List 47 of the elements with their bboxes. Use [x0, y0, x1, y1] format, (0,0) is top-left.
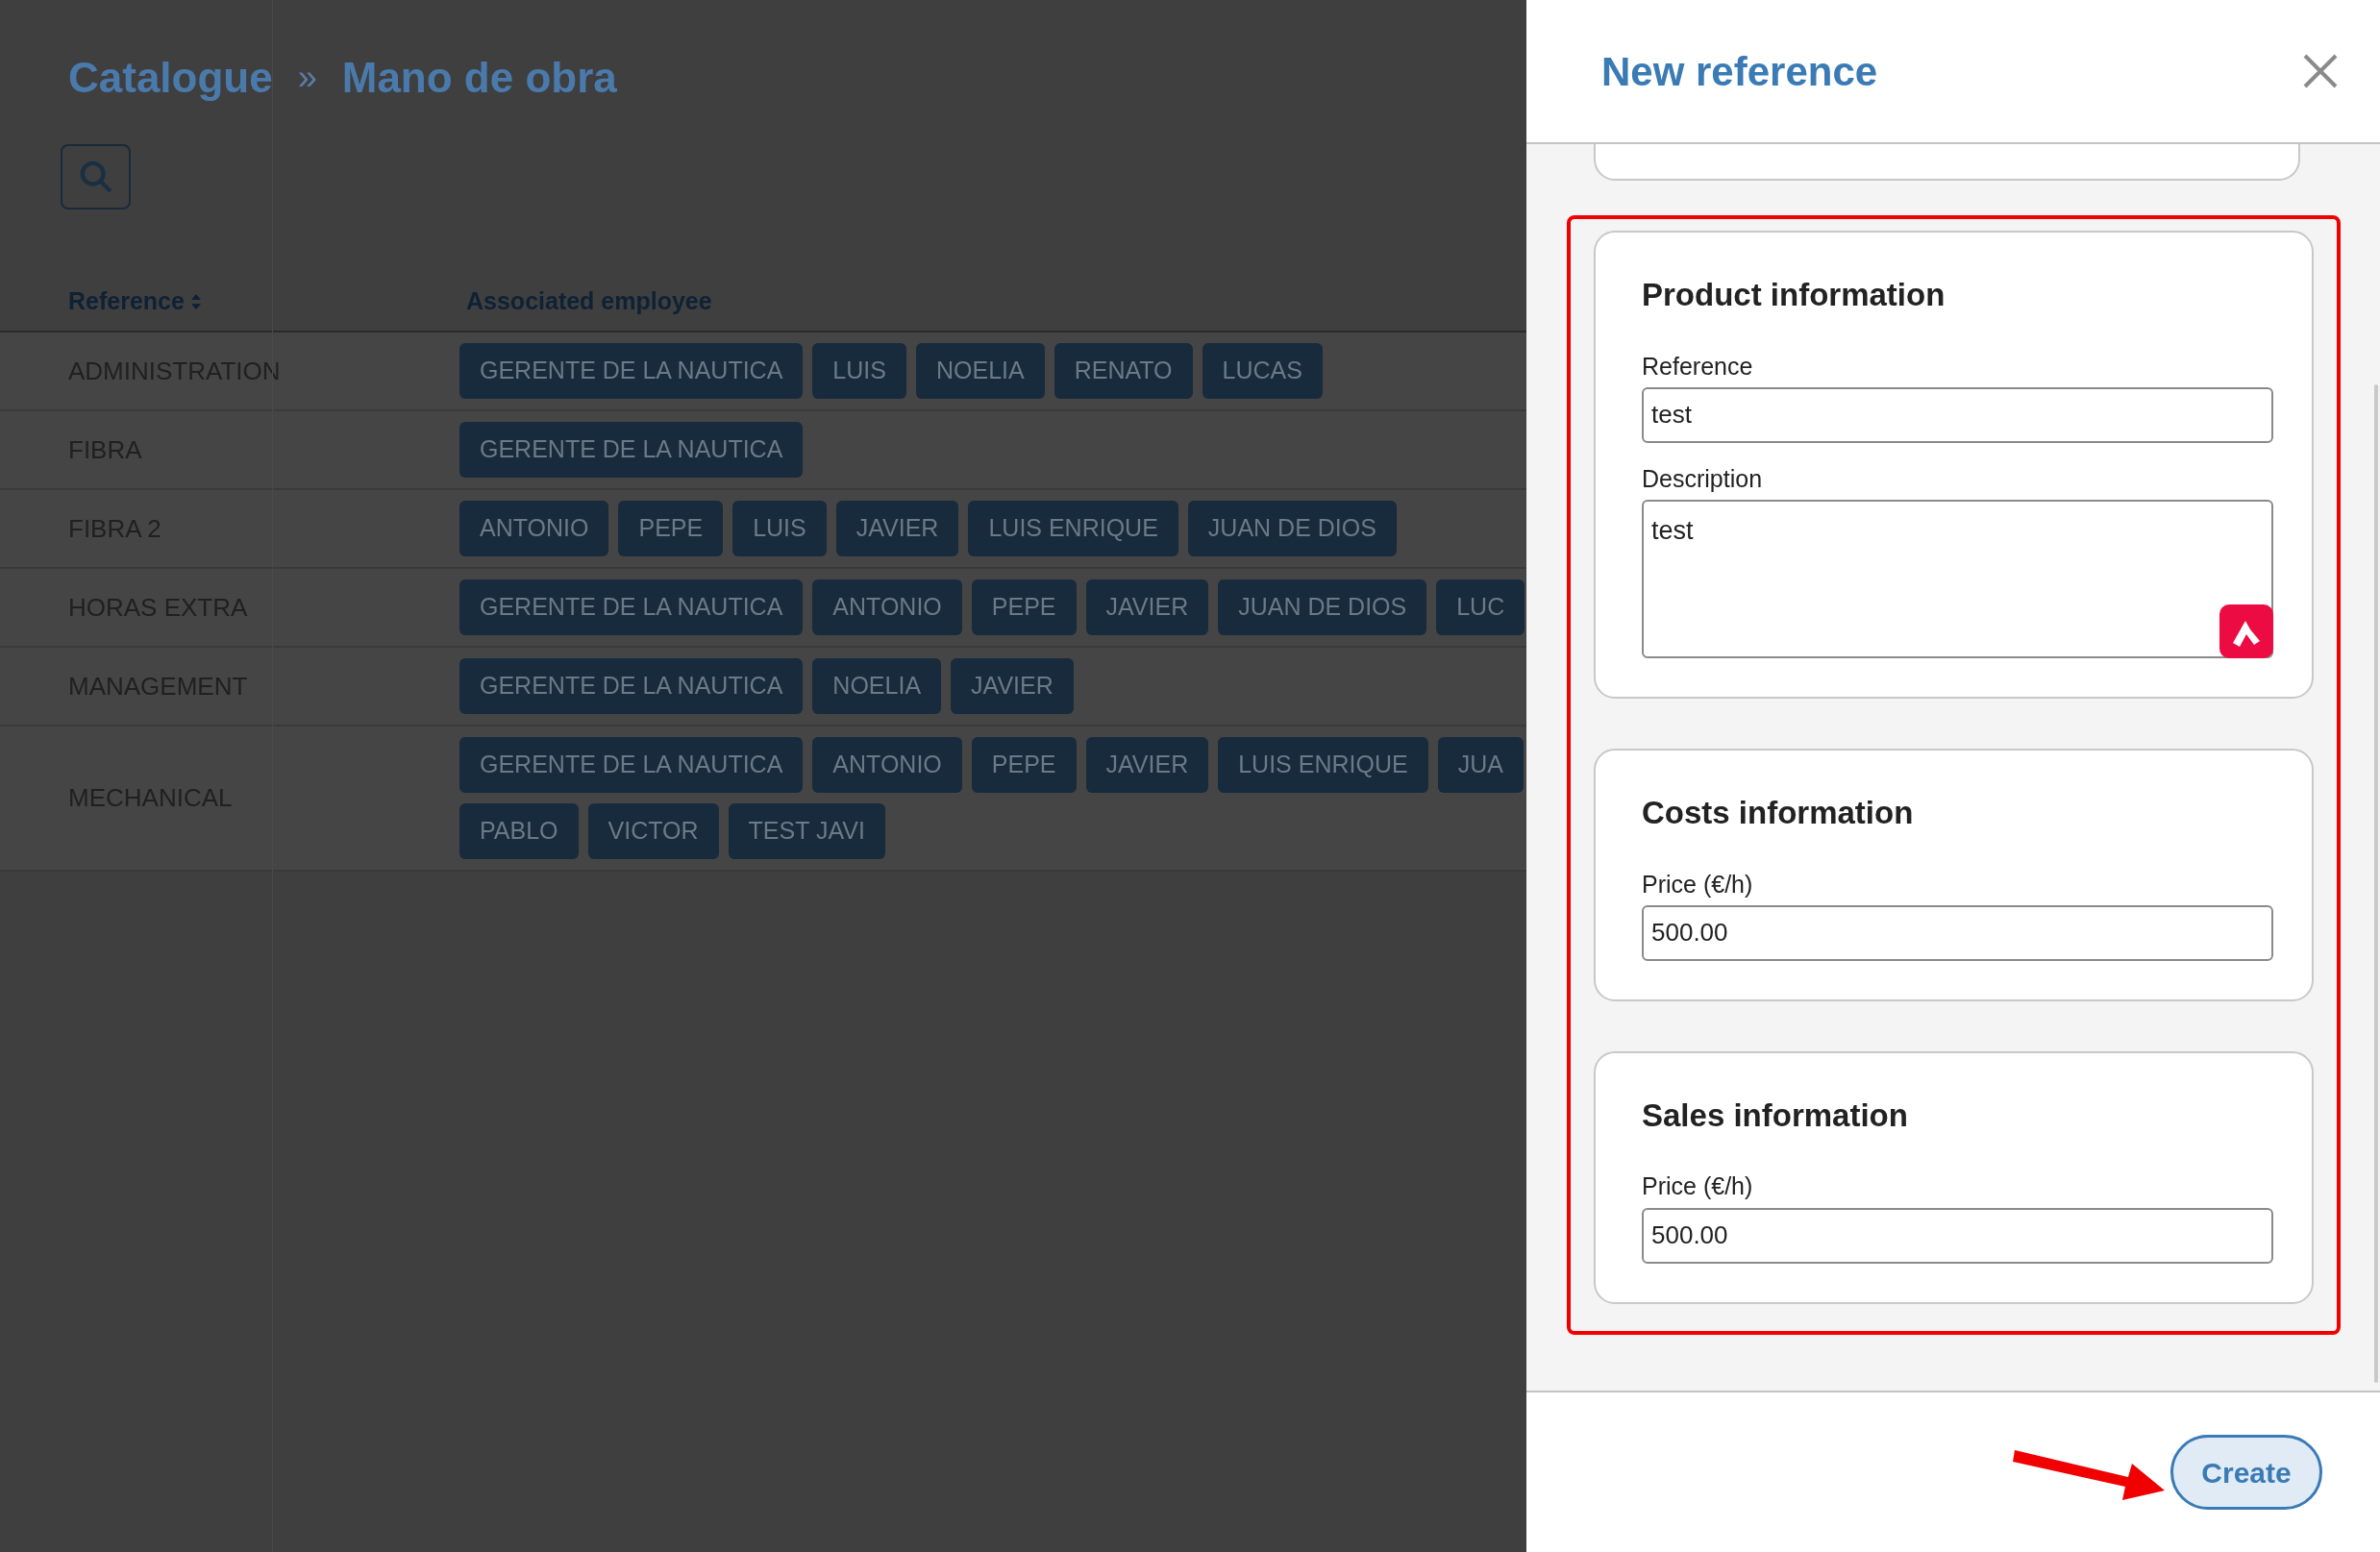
- description-field[interactable]: test: [1642, 500, 2273, 658]
- employee-tag: NOELIA: [915, 343, 1045, 399]
- breadcrumb-link[interactable]: Catalogue: [68, 46, 273, 110]
- employee-tag: JAVIER: [835, 501, 959, 556]
- employee-tag: NOELIA: [812, 658, 942, 714]
- employee-tag: ANTONIO: [812, 579, 962, 635]
- employee-tag: LUIS: [732, 501, 827, 556]
- section-title: Sales information: [1642, 1096, 1909, 1135]
- employee-tag: LUIS ENRIQUE: [1218, 737, 1428, 793]
- employee-tag: LUC: [1436, 579, 1525, 635]
- employee-tag: LUIS: [812, 343, 906, 399]
- employee-tag: PEPE: [971, 579, 1077, 635]
- employee-tag: JUAN DE DIOS: [1218, 579, 1427, 635]
- employee-tag: JAVIER: [1085, 737, 1209, 793]
- create-button[interactable]: Create: [2170, 1435, 2322, 1510]
- panel-title: New reference: [1601, 47, 1878, 96]
- employee-tag: ANTONIO: [459, 501, 609, 556]
- employee-tag: TEST JAVI: [728, 803, 885, 859]
- employee-tag: PEPE: [971, 737, 1077, 793]
- employee-tag: RENATO: [1054, 343, 1193, 399]
- employee-tag: LUCAS: [1202, 343, 1323, 399]
- employee-tag: LUIS ENRIQUE: [968, 501, 1178, 556]
- field-label: Description: [1642, 463, 1764, 494]
- employee-tag: GERENTE DE LA NAUTICA: [459, 579, 804, 635]
- employee-tag: ANTONIO: [812, 737, 962, 793]
- employee-tag: JUAN DE DIOS: [1187, 501, 1397, 556]
- employee-tag: JUA: [1437, 737, 1524, 793]
- employee-tag: JAVIER: [951, 658, 1074, 714]
- close-icon: [2302, 53, 2339, 89]
- employee-tag: GERENTE DE LA NAUTICA: [459, 737, 804, 793]
- employee-tag: GERENTE DE LA NAUTICA: [459, 343, 804, 399]
- employee-tag: GERENTE DE LA NAUTICA: [459, 658, 804, 714]
- section-title: Product information: [1642, 276, 1946, 314]
- breadcrumb-link[interactable]: Mano de obra: [341, 46, 617, 110]
- field-label: Reference: [1642, 351, 1754, 382]
- employee-tag: VICTOR: [587, 803, 719, 859]
- input-field[interactable]: test: [1642, 386, 2273, 443]
- employee-tag: PEPE: [618, 501, 724, 556]
- employee-tag: GERENTE DE LA NAUTICA: [459, 422, 804, 478]
- section-title: Costs information: [1642, 794, 1915, 832]
- field-label: Price (€/h): [1642, 869, 1754, 899]
- employee-tag: JAVIER: [1085, 579, 1209, 635]
- input-field[interactable]: 500.00: [1642, 1207, 2273, 1264]
- employee-tag: PABLO: [459, 803, 579, 859]
- input-field[interactable]: 500.00: [1642, 904, 2273, 961]
- field-label: Price (€/h): [1642, 1171, 1754, 1202]
- breadcrumb-separator: »: [297, 57, 317, 99]
